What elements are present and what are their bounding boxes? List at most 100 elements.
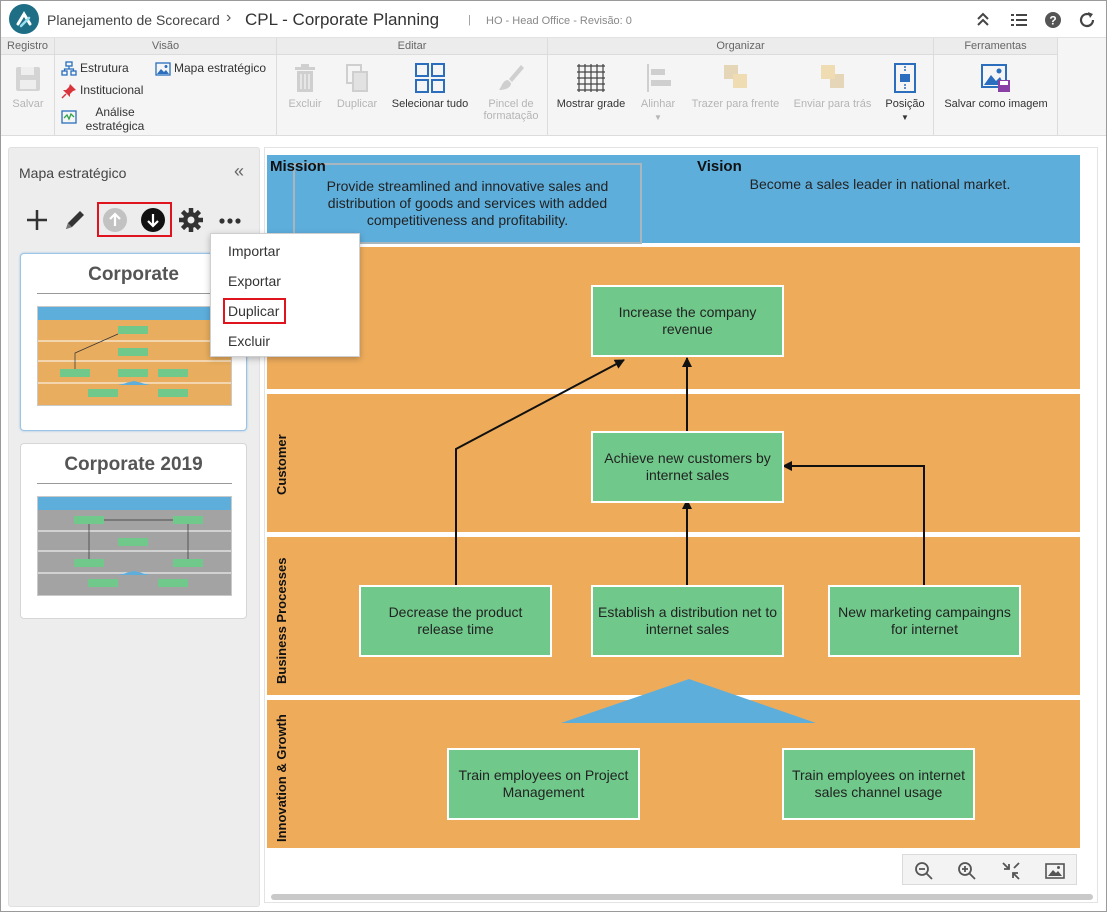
align-icon bbox=[647, 64, 671, 92]
save-image-icon bbox=[981, 64, 1010, 92]
map-thumbnail bbox=[37, 306, 232, 406]
page-title: CPL - Corporate Planning bbox=[245, 10, 440, 29]
position-button[interactable]: Posição ▼ bbox=[881, 62, 929, 124]
list-icon[interactable] bbox=[1009, 10, 1029, 30]
card-title: Corporate 2019 bbox=[64, 454, 203, 475]
copy-icon bbox=[346, 64, 368, 92]
menu-item-excluir[interactable]: Excluir bbox=[228, 333, 270, 349]
institucional-button[interactable]: Institucional bbox=[61, 83, 144, 99]
delete-button[interactable]: Excluir bbox=[283, 62, 327, 110]
group-title: Editar bbox=[277, 38, 547, 55]
position-icon bbox=[894, 63, 916, 93]
duplicate-label: Duplicar bbox=[336, 98, 378, 110]
format-painter-label-1: Pincel de bbox=[488, 98, 534, 110]
collapse-panel-icon[interactable]: « bbox=[234, 161, 244, 182]
ribbon-group-ferramentas: Ferramentas Salvar como imagem bbox=[934, 38, 1058, 136]
save-label: Salvar bbox=[12, 98, 44, 110]
gear-icon[interactable] bbox=[177, 206, 205, 234]
objective-increase-revenue[interactable]: Increase the company revenue bbox=[591, 285, 784, 357]
card-divider bbox=[37, 293, 232, 294]
bring-front-button[interactable]: Trazer para frente bbox=[687, 62, 784, 110]
refresh-icon[interactable] bbox=[1077, 10, 1097, 30]
chevron-down-icon: ▼ bbox=[901, 113, 909, 122]
select-all-label: Selecionar tudo bbox=[391, 98, 469, 110]
image-icon bbox=[155, 62, 171, 76]
structure-icon bbox=[61, 61, 77, 76]
format-painter-label-2: formatação bbox=[483, 110, 539, 122]
strategic-map-canvas[interactable]: Mission Provide streamlined and innovati… bbox=[264, 147, 1098, 903]
select-all-button[interactable]: Selecionar tudo bbox=[385, 62, 475, 110]
estrutura-label: Estrutura bbox=[80, 61, 129, 75]
menu-item-exportar[interactable]: Exportar bbox=[228, 273, 281, 289]
brush-icon bbox=[499, 65, 524, 90]
position-label: Posição bbox=[885, 98, 925, 110]
horizontal-scrollbar[interactable] bbox=[271, 894, 1093, 900]
analise-button[interactable]: Análise estratégica bbox=[61, 105, 161, 133]
export-image-icon[interactable] bbox=[1045, 861, 1065, 881]
more-options-icon[interactable] bbox=[216, 206, 244, 234]
chevron-down-icon: ▼ bbox=[654, 113, 662, 122]
align-label: Alinhar bbox=[640, 98, 676, 110]
format-painter-button[interactable]: Pincel de formatação bbox=[480, 62, 542, 122]
app-logo-icon bbox=[9, 4, 39, 34]
revision-info: HO - Head Office - Revisão: 0 bbox=[486, 15, 632, 27]
objective-marketing-campaigns[interactable]: New marketing campaingns for internet bbox=[828, 585, 1021, 657]
bring-front-label: Trazer para frente bbox=[691, 98, 780, 110]
breadcrumb-separator: › bbox=[226, 9, 232, 26]
objective-train-internet-sales[interactable]: Train employees on internet sales channe… bbox=[782, 748, 975, 820]
group-title: Visão bbox=[55, 38, 276, 55]
ribbon-group-registro: Registro Salvar bbox=[1, 38, 55, 136]
ribbon-group-visao: Visão Estrutura Institucional Análise es… bbox=[55, 38, 277, 136]
meta-separator: | bbox=[468, 14, 471, 26]
send-back-icon bbox=[820, 65, 844, 88]
collapse-up-icon[interactable] bbox=[973, 10, 993, 30]
edit-pencil-icon[interactable] bbox=[61, 206, 89, 234]
help-icon[interactable]: ? bbox=[1043, 10, 1063, 30]
bring-front-icon bbox=[723, 65, 747, 88]
app-title[interactable]: Planejamento de Scorecard bbox=[47, 12, 220, 28]
show-grid-button[interactable]: Mostrar grade bbox=[554, 62, 628, 110]
grid-icon bbox=[577, 64, 605, 92]
send-back-button[interactable]: Enviar para trás bbox=[790, 62, 875, 110]
save-as-image-button[interactable]: Salvar como imagem bbox=[938, 62, 1054, 110]
pin-icon bbox=[61, 84, 76, 99]
ribbon-group-organizar: Organizar Mostrar grade Alinhar ▼ Trazer… bbox=[548, 38, 934, 136]
analise-label-1: Análise bbox=[95, 105, 135, 119]
institucional-label: Institucional bbox=[80, 83, 144, 97]
group-title: Organizar bbox=[548, 38, 933, 55]
mapa-estrategico-button[interactable]: Mapa estratégico bbox=[155, 61, 267, 76]
duplicate-button[interactable]: Duplicar bbox=[332, 62, 382, 110]
save-button[interactable]: Salvar bbox=[8, 64, 48, 110]
zoom-in-icon[interactable] bbox=[957, 861, 977, 881]
add-icon[interactable] bbox=[23, 206, 51, 234]
send-back-label: Enviar para trás bbox=[793, 98, 872, 110]
zoom-toolbar bbox=[902, 854, 1077, 885]
analise-label-2: estratégica bbox=[85, 119, 145, 133]
zoom-out-icon[interactable] bbox=[914, 861, 934, 881]
card-divider bbox=[37, 483, 232, 484]
svg-text:?: ? bbox=[1049, 14, 1056, 28]
duplicar-highlight bbox=[223, 298, 286, 324]
estrutura-button[interactable]: Estrutura bbox=[61, 61, 129, 76]
fit-screen-icon[interactable] bbox=[1001, 861, 1021, 881]
objective-train-project-management[interactable]: Train employees on Project Management bbox=[447, 748, 640, 820]
ribbon-toolbar: Registro Salvar Visão Estrutura Instituc… bbox=[1, 38, 1106, 136]
select-all-icon bbox=[415, 63, 445, 93]
objective-decrease-release-time[interactable]: Decrease the product release time bbox=[359, 585, 552, 657]
connector-marketing-to-customers bbox=[782, 461, 925, 585]
objective-new-customers[interactable]: Achieve new customers by internet sales bbox=[591, 431, 784, 503]
analysis-icon bbox=[61, 110, 77, 124]
more-options-menu: Importar Exportar Duplicar Excluir bbox=[210, 233, 360, 357]
align-button[interactable]: Alinhar ▼ bbox=[634, 62, 682, 124]
map-card-corporate-2019[interactable]: Corporate 2019 bbox=[20, 443, 247, 619]
menu-item-importar[interactable]: Importar bbox=[228, 243, 280, 259]
save-as-image-label: Salvar como imagem bbox=[944, 98, 1048, 110]
mapa-label: Mapa estratégico bbox=[174, 61, 267, 75]
trash-icon bbox=[295, 64, 315, 92]
move-buttons-highlight bbox=[97, 202, 172, 237]
save-icon bbox=[16, 67, 40, 91]
objective-distribution-net[interactable]: Establish a distribution net to internet… bbox=[591, 585, 784, 657]
delete-label: Excluir bbox=[288, 98, 322, 110]
innovation-triangle-shape bbox=[561, 679, 816, 723]
group-title: Ferramentas bbox=[934, 38, 1057, 55]
